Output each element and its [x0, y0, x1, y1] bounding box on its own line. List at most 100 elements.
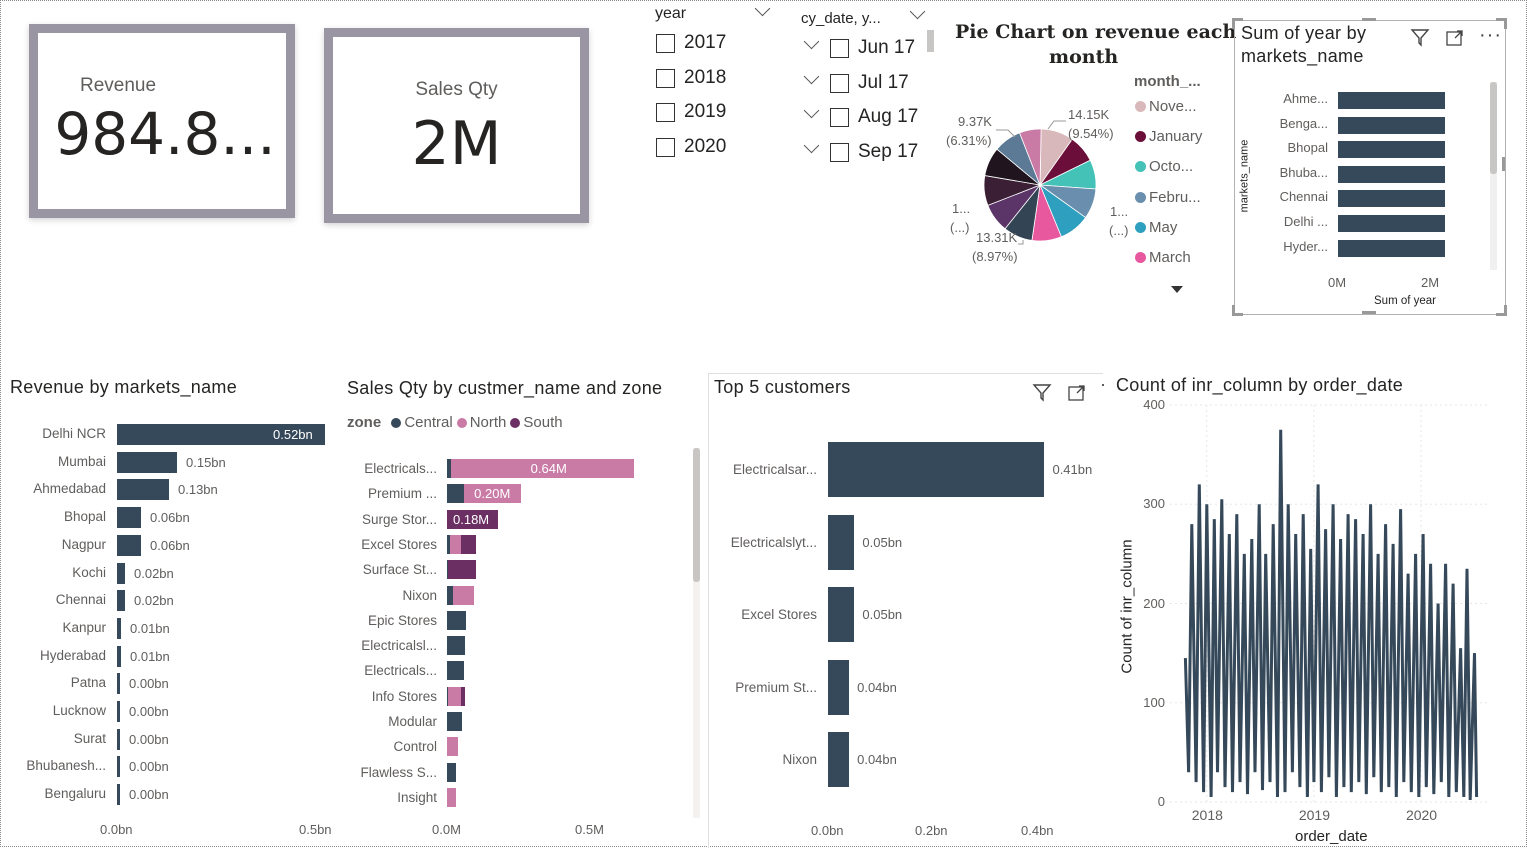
- revenue-market-bar[interactable]: [117, 784, 120, 806]
- customer-zone-bar[interactable]: [447, 762, 456, 782]
- revenue-market-bar[interactable]: [117, 479, 169, 501]
- revenue-market-label: Kanpur: [62, 619, 106, 635]
- revenue-market-bar[interactable]: [117, 701, 120, 722]
- resize-handle-bottom[interactable]: [1362, 311, 1376, 314]
- customer-zone-bar[interactable]: [447, 787, 456, 807]
- resize-handle-bottom-left[interactable]: [1232, 305, 1243, 316]
- zone-legend-item[interactable]: North: [456, 414, 506, 431]
- filter-icon[interactable]: [1410, 27, 1430, 47]
- sales-by-customer-scrollbar-thumb[interactable]: [693, 448, 700, 582]
- sum-year-bar[interactable]: [1338, 239, 1445, 257]
- top5-customer-label: Nixon: [782, 752, 817, 767]
- customer-zone-bar[interactable]: [449, 534, 462, 554]
- pie-legend-item[interactable]: Nove...: [1135, 98, 1197, 115]
- pie-legend-item[interactable]: May: [1135, 219, 1177, 236]
- pie-legend-item[interactable]: January: [1135, 128, 1202, 145]
- sum-year-bar[interactable]: [1338, 215, 1445, 232]
- customer-zone-bar[interactable]: [447, 661, 465, 681]
- resize-handle-right[interactable]: [1502, 157, 1505, 171]
- sum-year-category-label: Benga...: [1279, 115, 1328, 131]
- sales-by-customer-tick-1: 0.5M: [575, 822, 604, 837]
- customer-zone-bar[interactable]: [447, 610, 466, 630]
- revenue-market-label: Mumbai: [57, 453, 106, 469]
- customer-zone-bar[interactable]: [452, 585, 475, 605]
- sum-year-bar[interactable]: [1338, 92, 1445, 109]
- zone-legend-item[interactable]: South: [510, 414, 563, 431]
- revenue-market-bar[interactable]: [117, 645, 121, 667]
- customer-label: Epic Stores: [367, 612, 437, 628]
- customer-label: Flawless S...: [360, 764, 437, 780]
- customer-zone-bar[interactable]: [461, 534, 476, 554]
- customer-zone-bar[interactable]: [447, 712, 463, 731]
- sum-year-category-label: Ahme...: [1283, 91, 1328, 106]
- filter-icon[interactable]: [1032, 382, 1052, 402]
- revenue-market-bar[interactable]: [117, 507, 141, 529]
- top5-bar[interactable]: [828, 732, 850, 787]
- sum-year-scrollbar-thumb[interactable]: [1490, 82, 1497, 174]
- top5-bar[interactable]: [828, 587, 855, 642]
- customer-label: Surge Stor...: [361, 511, 437, 527]
- legend-dot: [456, 418, 467, 428]
- more-options-icon[interactable]: ···: [1479, 24, 1502, 47]
- customer-zone-bar[interactable]: [447, 560, 477, 580]
- revenue-market-data-label: 0.02bn: [134, 593, 174, 609]
- sum-year-bar[interactable]: [1338, 141, 1445, 159]
- revenue-market-bar[interactable]: [117, 590, 125, 612]
- legend-dot: [1135, 221, 1146, 233]
- revenue-market-bar[interactable]: [117, 451, 177, 473]
- top5-bar[interactable]: [828, 442, 1045, 497]
- focus-mode-icon[interactable]: [1067, 383, 1087, 403]
- sum-year-y-axis-title: markets_name: [1238, 139, 1251, 213]
- top5-customer-label: Electricalsar...: [732, 462, 817, 477]
- zone-legend-item[interactable]: Central: [391, 414, 453, 431]
- customer-zone-bar[interactable]: [448, 686, 462, 706]
- customer-zone-bar[interactable]: [461, 686, 465, 706]
- customer-label: Modular: [388, 714, 437, 729]
- customer-zone-bar[interactable]: [447, 484, 465, 504]
- count-inr-x-axis-title: order_date: [1295, 828, 1368, 845]
- top5-customer-label: Electricalslyt...: [730, 534, 817, 550]
- top5-data-label: 0.05bn: [862, 534, 903, 550]
- revenue-market-data-label: 0.06bn: [150, 537, 190, 553]
- customer-label: Surface St...: [362, 562, 437, 578]
- revenue-market-bar[interactable]: [117, 534, 141, 556]
- customer-label: Premium ...: [367, 486, 437, 502]
- customer-zone-bar[interactable]: [447, 737, 459, 757]
- count-inr-line[interactable]: [1183, 429, 1479, 801]
- top5-tick-2: 0.4bn: [1021, 823, 1054, 838]
- legend-dot: [1135, 252, 1146, 263]
- sum-year-category-label: Hyder...: [1283, 238, 1328, 254]
- top5-bar[interactable]: [828, 659, 850, 715]
- legend-scroll-down-icon[interactable]: [1171, 286, 1183, 293]
- sum-year-bar[interactable]: [1338, 165, 1445, 183]
- resize-handle-bottom-right[interactable]: [1496, 305, 1507, 316]
- count-inr-y-axis-title: Count of inr_column: [1118, 539, 1136, 674]
- resize-handle-top[interactable]: [1362, 18, 1376, 21]
- pie-legend-label: May: [1149, 218, 1178, 236]
- sum-year-bar[interactable]: [1338, 190, 1445, 208]
- pie-legend-item[interactable]: Febru...: [1135, 189, 1201, 206]
- revenue-market-bar[interactable]: [117, 617, 121, 639]
- revenue-market-bar[interactable]: [117, 673, 120, 695]
- revenue-market-label: Bengaluru: [44, 786, 106, 802]
- customer-data-label: 0.18M: [453, 511, 490, 527]
- more-options-icon[interactable]: ·: [1100, 374, 1106, 395]
- revenue-market-bar[interactable]: [117, 728, 120, 750]
- sum-year-bar[interactable]: [1338, 116, 1445, 134]
- top5-bar[interactable]: [828, 514, 855, 570]
- customer-label: Control: [393, 739, 437, 755]
- count-inr-line-chart[interactable]: [1170, 404, 1490, 805]
- focus-mode-icon[interactable]: [1445, 28, 1465, 48]
- revenue-market-bar[interactable]: [117, 756, 120, 778]
- pie-legend-item[interactable]: March: [1135, 249, 1191, 266]
- zone-legend: zone Central North South: [347, 414, 567, 431]
- sum-year-category-label: Bhopal: [1287, 140, 1328, 156]
- customer-zone-bar[interactable]: [447, 636, 465, 656]
- legend-dot: [510, 418, 521, 428]
- count-inr-x-tick: 2019: [1298, 807, 1331, 823]
- top5-title: Top 5 customers: [714, 377, 851, 397]
- pie-legend-item[interactable]: Octo...: [1135, 158, 1193, 175]
- revenue-market-bar[interactable]: [117, 562, 125, 584]
- sales-by-customer-tick-0: 0.0M: [432, 822, 461, 837]
- top5-tick-1: 0.2bn: [915, 823, 948, 838]
